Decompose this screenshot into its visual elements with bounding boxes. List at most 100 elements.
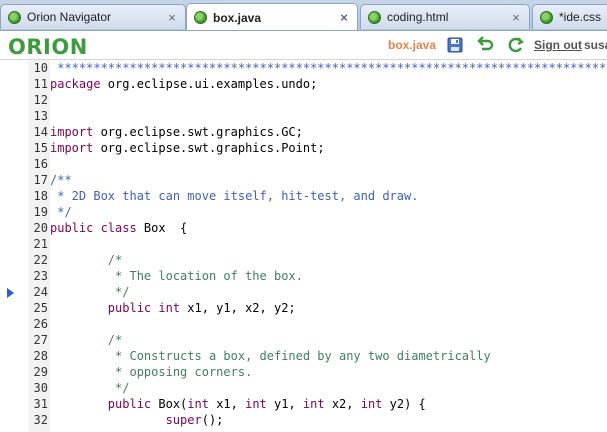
tab-label: Orion Navigator	[27, 10, 112, 24]
undo-icon[interactable]	[477, 36, 495, 54]
code-text: public class Box {	[50, 220, 187, 236]
code-text: /*	[50, 332, 122, 348]
line-number: 11	[33, 77, 48, 91]
code-line[interactable]: 13	[0, 108, 607, 124]
globe-icon	[368, 10, 381, 24]
code-token: public class	[50, 221, 137, 235]
code-line[interactable]: 28 * Constructs a box, defined by any tw…	[0, 348, 607, 364]
code-text: ****************************************…	[50, 60, 607, 76]
code-text: public Box(int x1, int y1, int x2, int y…	[50, 396, 426, 412]
tab-coding-html[interactable]: coding.html ×	[360, 4, 530, 29]
code-text: /*	[50, 252, 122, 268]
code-line[interactable]: 19 */	[0, 204, 607, 220]
code-token: Box {	[136, 221, 188, 235]
code-token: import	[50, 125, 94, 139]
code-text: super();	[50, 412, 224, 428]
orion-logo[interactable]: ORION	[8, 35, 88, 59]
line-number: 18	[33, 189, 48, 203]
close-icon[interactable]: ×	[337, 10, 351, 25]
logo-text: ORION	[8, 35, 88, 59]
tab-box-java[interactable]: box.java ×	[186, 3, 358, 30]
code-token: org.eclipse.ui.examples.undo;	[100, 77, 318, 91]
user-name: susan	[584, 38, 607, 52]
line-number: 15	[33, 141, 48, 155]
code-token: public	[107, 397, 152, 411]
code-token: y1,	[266, 397, 303, 411]
code-line[interactable]: 20 public class Box {	[0, 220, 607, 236]
line-number: 12	[33, 93, 48, 107]
code-line[interactable]: 10 *************************************…	[0, 60, 607, 76]
code-token: */	[50, 205, 72, 219]
save-icon[interactable]	[446, 36, 464, 54]
globe-icon	[540, 10, 553, 24]
code-line[interactable]: 21	[0, 236, 607, 252]
line-number: 14	[33, 125, 48, 139]
line-number: 20	[33, 221, 48, 235]
code-token: * opposing corners.	[50, 365, 253, 379]
code-line[interactable]: 16	[0, 156, 607, 172]
code-line[interactable]: 25 public int x1, y1, x2, y2;	[0, 300, 607, 316]
line-number: 25	[33, 301, 48, 315]
globe-icon	[8, 10, 21, 24]
file-name-label: box.java	[388, 38, 437, 52]
line-number: 23	[33, 269, 48, 283]
browser-tab-strip: Orion Navigator × box.java × coding.html…	[0, 0, 607, 31]
code-line[interactable]: 26	[0, 316, 607, 332]
code-text: */	[50, 204, 72, 220]
code-token: /*	[50, 253, 123, 267]
tab-label: box.java	[213, 10, 262, 25]
code-text: */	[50, 284, 129, 300]
line-number: 29	[33, 365, 48, 379]
line-number: 30	[33, 381, 48, 395]
code-line[interactable]: 31 public Box(int x1, int y1, int x2, in…	[0, 396, 607, 412]
tab-ide-css[interactable]: *ide.css	[532, 4, 607, 29]
code-token: x1, y1, x2, y2;	[180, 301, 296, 315]
code-line[interactable]: 15 import org.eclipse.swt.graphics.Point;	[0, 140, 607, 156]
code-text: import org.eclipse.swt.graphics.GC;	[50, 124, 303, 140]
code-token: x1,	[208, 397, 246, 411]
close-icon[interactable]: ×	[165, 10, 179, 25]
code-text: import org.eclipse.swt.graphics.Point;	[50, 140, 325, 156]
code-line[interactable]: 11 package org.eclipse.ui.examples.undo;	[0, 76, 607, 92]
close-icon[interactable]: ×	[509, 10, 523, 25]
code-line[interactable]: 23 * The location of the box.	[0, 268, 607, 284]
code-line[interactable]: 29 * opposing corners.	[0, 364, 607, 380]
code-token: ();	[201, 413, 224, 427]
refresh-icon[interactable]	[507, 36, 525, 54]
globe-icon	[194, 11, 207, 24]
code-token: */	[50, 285, 130, 299]
line-number: 27	[33, 333, 48, 347]
tab-orion-navigator[interactable]: Orion Navigator ×	[0, 4, 186, 29]
tab-label: coding.html	[387, 10, 449, 24]
code-token: Box(	[151, 397, 188, 411]
code-line[interactable]: 24 */	[0, 284, 607, 300]
code-line[interactable]: 12	[0, 92, 607, 108]
sign-out-link[interactable]: Sign out	[534, 38, 582, 52]
line-number: 10	[33, 61, 48, 75]
code-line[interactable]: 14 import org.eclipse.swt.graphics.GC;	[0, 124, 607, 140]
code-token: org.eclipse.swt.graphics.Point;	[93, 141, 325, 155]
code-text: * The location of the box.	[50, 268, 303, 284]
code-line[interactable]: 27 /*	[0, 332, 607, 348]
code-token: public int	[107, 301, 181, 315]
code-token: y2) {	[382, 397, 426, 411]
line-number: 19	[33, 205, 48, 219]
code-token: int	[187, 397, 209, 411]
code-text: /**	[50, 172, 72, 188]
code-line[interactable]: 32 super();	[0, 412, 607, 428]
code-token: super	[165, 413, 202, 427]
code-line[interactable]: 18 * 2D Box that can move itself, hit-te…	[0, 188, 607, 204]
code-line[interactable]: 17/**	[0, 172, 607, 188]
code-token: * 2D Box that can move itself, hit-test,…	[50, 189, 419, 203]
code-token: * Constructs a box, defined by any two d…	[50, 349, 491, 363]
code-token: x2,	[324, 397, 361, 411]
line-number: 28	[33, 349, 48, 363]
code-editor[interactable]: 10 *************************************…	[0, 60, 607, 432]
code-token: int	[245, 397, 267, 411]
line-number: 26	[33, 317, 48, 331]
code-line[interactable]: 22 /*	[0, 252, 607, 268]
code-line[interactable]: 30 */	[0, 380, 607, 396]
line-number: 31	[33, 397, 48, 411]
line-number: 16	[33, 157, 48, 171]
